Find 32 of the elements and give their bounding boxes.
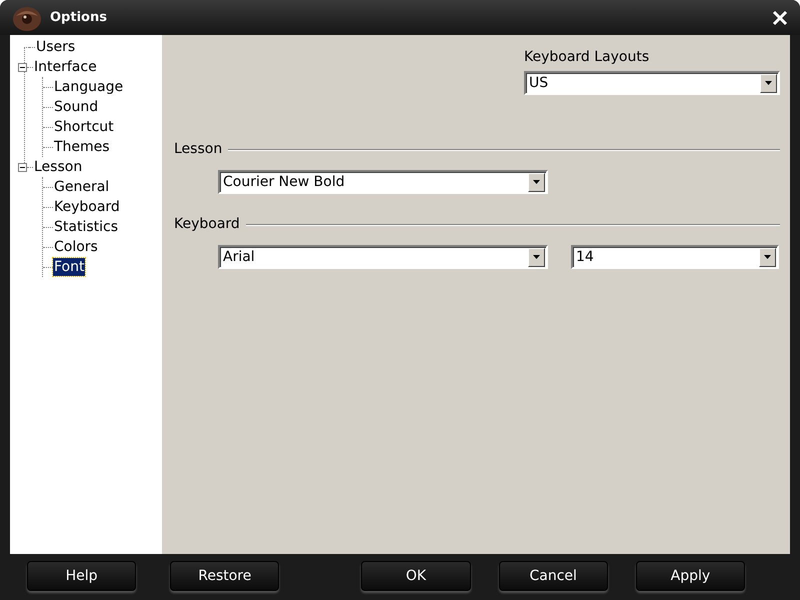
dropdown-value: Courier New Bold (222, 175, 346, 189)
collapse-icon[interactable] (18, 162, 27, 172)
dropdown[interactable]: US (524, 71, 780, 95)
tree-item[interactable]: Statistics (53, 218, 119, 236)
section-title: Lesson (174, 140, 222, 159)
dropdown-value: Arial (222, 250, 256, 264)
tree-item[interactable]: Keyboard (53, 198, 121, 216)
tree-item[interactable]: Colors (53, 238, 99, 256)
dialog-button[interactable]: Restore (170, 561, 280, 591)
tree-item[interactable]: Sound (53, 98, 100, 116)
dialog-button[interactable]: Cancel (498, 561, 608, 591)
field-label: Keyboard Layouts (524, 48, 650, 67)
dropdown[interactable]: Arial (218, 245, 548, 269)
window-title: Options (50, 8, 107, 27)
tree-item[interactable]: Font (53, 258, 86, 276)
tree-item[interactable]: General (53, 178, 110, 196)
dialog-button[interactable]: Apply (636, 561, 746, 591)
dialog-button[interactable]: Help (27, 561, 136, 591)
tree-item[interactable]: Shortcut (53, 118, 115, 136)
tree-item[interactable]: Users (35, 38, 76, 56)
tree-item[interactable]: Lesson (33, 158, 84, 176)
dropdown-value: 14 (575, 250, 595, 264)
tree-item[interactable]: Interface (33, 58, 98, 76)
tree-item[interactable]: Themes (53, 138, 111, 156)
dropdown[interactable]: 14 (571, 245, 779, 269)
tree-item[interactable]: Language (53, 78, 124, 96)
close-icon[interactable] (772, 10, 788, 26)
collapse-icon[interactable] (18, 62, 27, 72)
section-title: Keyboard (174, 215, 240, 234)
dialog-button[interactable]: OK (361, 561, 471, 591)
dropdown[interactable]: Courier New Bold (218, 170, 548, 194)
dropdown-value: US (528, 76, 550, 90)
